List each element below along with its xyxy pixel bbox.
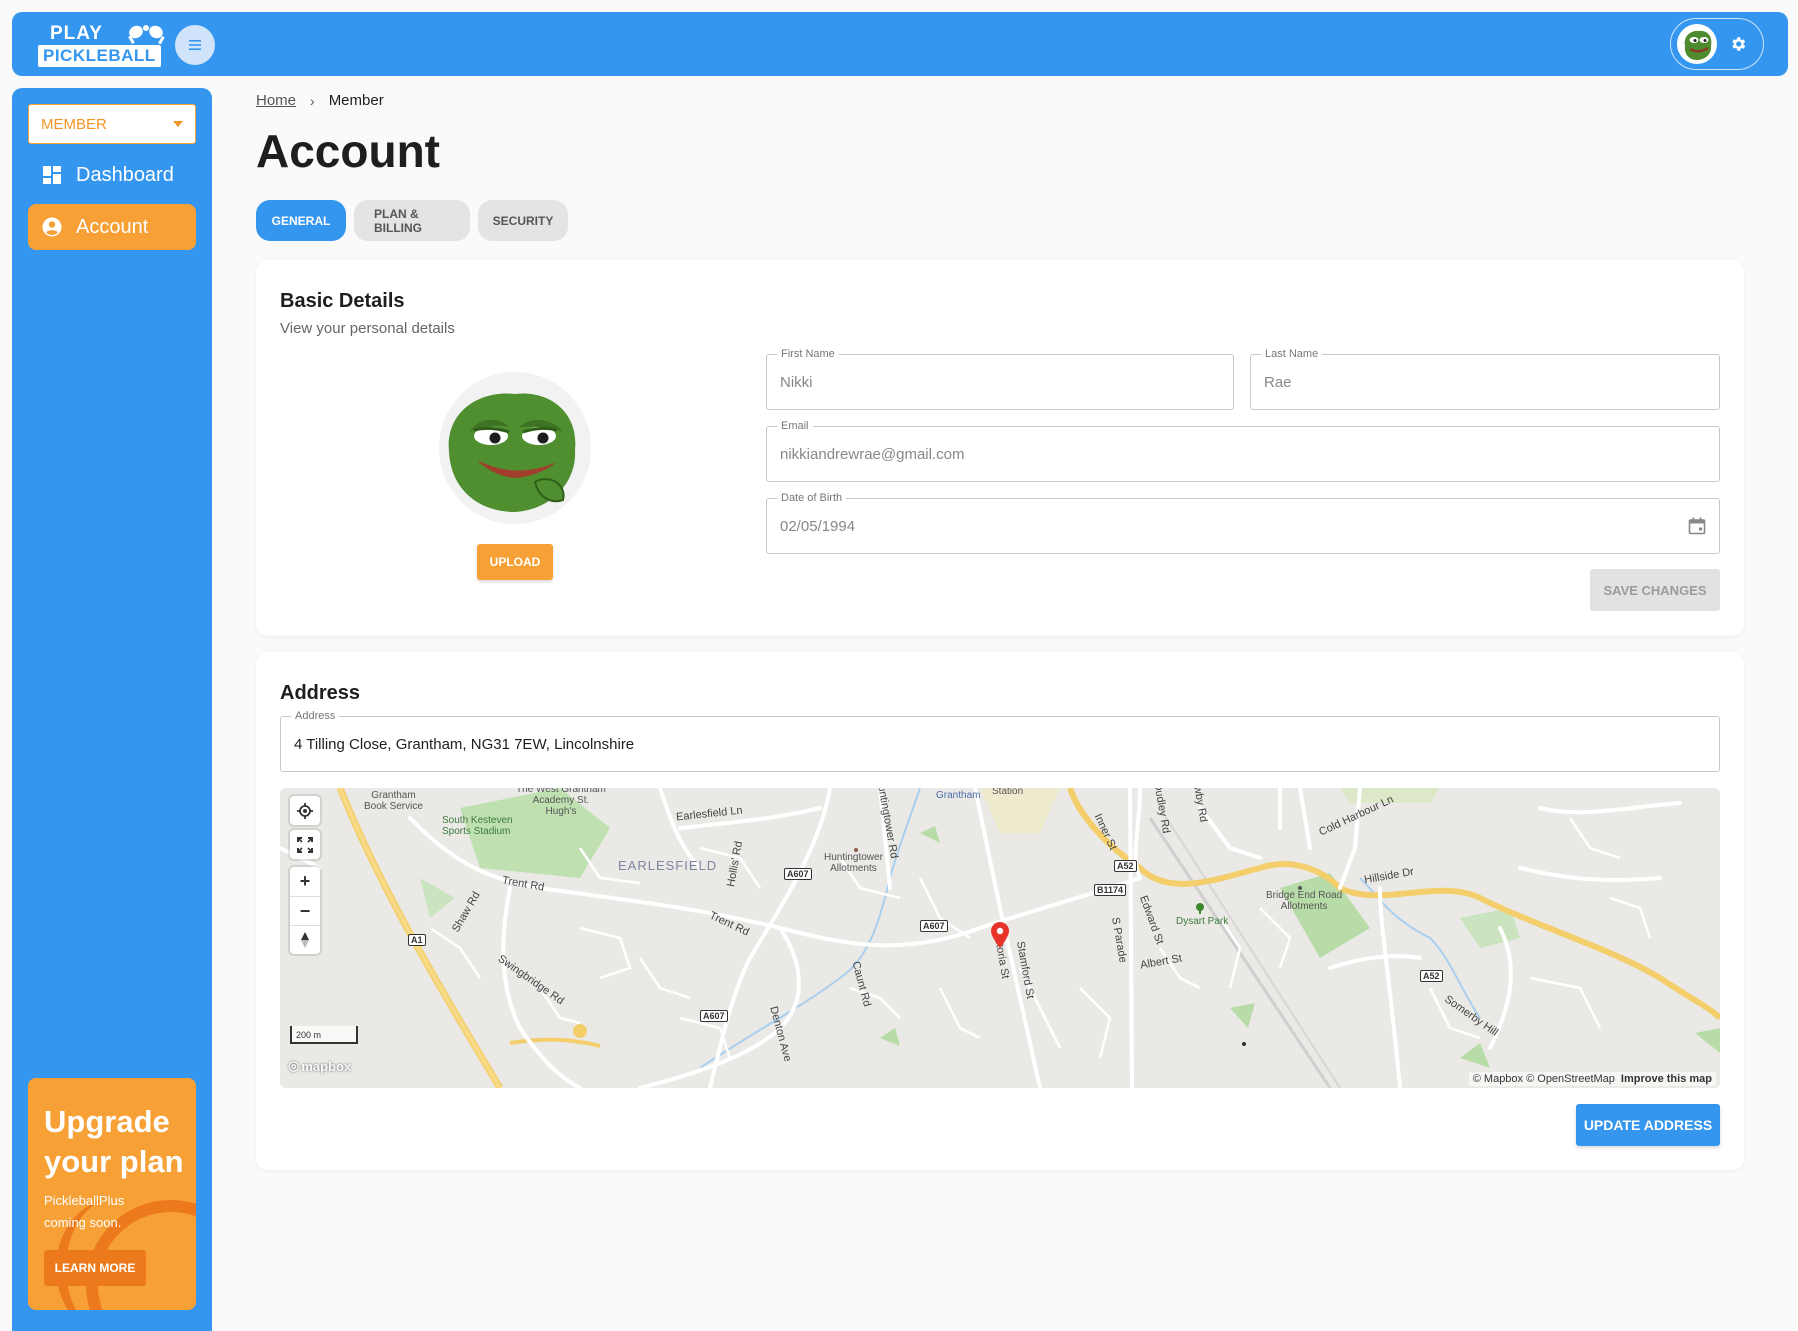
road-shield: A607 [700,1010,728,1022]
learn-more-button[interactable]: LEARN MORE [44,1250,146,1286]
breadcrumb: Home › Member [256,92,384,109]
top-app-bar: PLAY PICKLEBALL [12,12,1788,76]
address-map[interactable]: Grantham Book Service South Kesteven Spo… [280,788,1720,1088]
upgrade-plan-card: Upgrade your plan PickleballPlus coming … [28,1078,196,1310]
map-label: EARLESFIELD [618,858,718,873]
upgrade-title: Upgrade your plan [44,1104,184,1179]
road-shield: A607 [920,920,948,932]
gear-icon [1732,37,1746,51]
upload-avatar-button[interactable]: UPLOAD [477,544,553,580]
zoom-control: + − [290,867,320,954]
mapbox-logo[interactable]: ◎ mapbox [288,1058,351,1074]
tab-general[interactable]: GENERAL [256,200,346,241]
role-select-value: MEMBER [41,115,107,133]
first-name-input[interactable] [780,355,1220,409]
improve-map-link[interactable]: Improve this map [1621,1073,1712,1085]
geolocate-control [290,796,320,825]
tab-plan-billing[interactable]: PLAN & BILLING [354,200,470,241]
map-label: Huntingtower Allotments [824,852,883,874]
sidebar-item-dashboard[interactable]: Dashboard [28,152,196,198]
address-input[interactable] [294,717,1706,771]
account-circle-icon [42,217,62,237]
mapbox-logo-icon: ◎ [288,1058,300,1073]
map-label: South Kesteven Sports Stadium [442,815,513,837]
dashboard-icon [43,166,61,184]
basic-details-card: Basic Details View your personal details… [256,260,1744,636]
breadcrumb-home-link[interactable]: Home [256,92,296,109]
road-shield: A52 [1114,860,1137,872]
road-shield: A607 [784,868,812,880]
hamburger-icon [189,40,201,50]
map-label: Grantham [936,790,981,801]
map-label: Station [992,788,1024,797]
upgrade-subtitle: PickleballPlus coming soon. [44,1193,125,1230]
compass-button[interactable] [290,925,320,954]
map-label: The West Grantham Academy St. Hugh's [516,788,606,817]
plus-icon: + [299,871,311,891]
profile-menu[interactable] [1670,18,1764,70]
compass-icon [301,932,309,948]
basic-details-title: Basic Details [280,290,405,312]
fullscreen-button[interactable] [290,830,320,859]
first-name-field: First Name [766,348,1234,410]
basic-details-subtitle: View your personal details [280,320,455,337]
role-select[interactable]: MEMBER [28,104,196,144]
chevron-down-icon [173,121,183,127]
calendar-icon[interactable] [1687,516,1707,536]
attribution-text[interactable]: © Mapbox © OpenStreetMap [1473,1073,1615,1085]
sidebar-item-label: Dashboard [76,163,174,186]
update-address-button[interactable]: UPDATE ADDRESS [1576,1104,1720,1146]
page-title: Account [256,125,440,177]
logo-line2: PICKLEBALL [38,45,161,67]
minus-icon: − [299,900,311,921]
tab-security[interactable]: SECURITY [478,200,568,241]
geolocate-button[interactable] [290,796,320,825]
road-shield: B1174 [1094,884,1127,896]
address-card: Address Address 4 Tilling Close, Grantha… [256,652,1744,1170]
map-scale-bar: 200 m [290,1026,358,1044]
map-attribution: © Mapbox © OpenStreetMap Improve this ma… [1468,1072,1716,1086]
map-label: Grantham Book Service [364,790,423,812]
menu-toggle-button[interactable] [175,25,215,65]
last-name-input[interactable] [1264,355,1706,409]
map-label: Bridge End Road Allotments [1266,890,1343,912]
chevron-right-icon: › [310,92,315,109]
sidebar-item-label: Account [76,215,149,238]
email-field: Email [766,420,1720,482]
location-pin-icon [991,922,1009,948]
sidebar: MEMBER Dashboard Account Upgrade your pl… [12,88,212,1331]
logo-line1: PLAY [50,23,103,44]
road-shield: A1 [408,934,426,946]
fullscreen-control [290,830,320,859]
map-label: Dysart Park [1176,916,1229,927]
last-name-field: Last Name [1250,348,1720,410]
email-input[interactable] [780,427,1706,481]
address-field: Address [280,710,1720,772]
date-of-birth-field: Date of Birth [766,492,1720,554]
road-shield: A52 [1420,970,1443,982]
profile-avatar [439,372,591,524]
date-of-birth-input[interactable] [780,499,1706,553]
zoom-out-button[interactable]: − [290,896,320,925]
account-tabs: GENERAL PLAN & BILLING SECURITY [256,200,568,241]
breadcrumb-current: Member [328,92,384,109]
play-pickleball-logo[interactable]: PLAY PICKLEBALL [36,22,172,67]
fullscreen-icon [297,836,313,853]
sidebar-item-account[interactable]: Account [28,204,196,250]
avatar [1677,24,1717,64]
save-changes-button[interactable]: SAVE CHANGES [1590,569,1720,611]
paddles-icon [128,25,165,44]
zoom-in-button[interactable]: + [290,867,320,896]
crosshair-icon [297,802,313,819]
address-title: Address [280,682,361,704]
